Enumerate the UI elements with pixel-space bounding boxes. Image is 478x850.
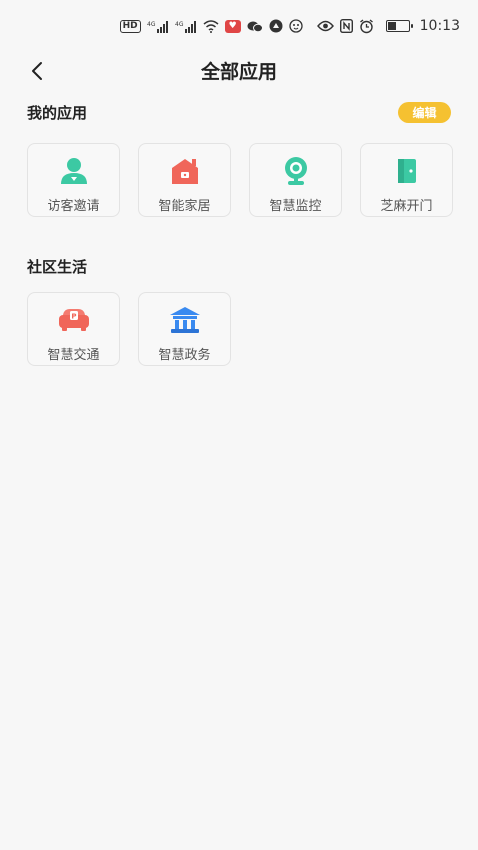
chevron-left-icon [32,62,42,80]
app-label: 访客邀请 [47,199,100,214]
parking-icon: P [58,305,90,335]
visitor-icon [58,156,90,186]
app-label: 智慧政务 [158,348,211,363]
community-grid: P 智慧交通 智慧政务 [27,292,231,366]
door-icon [391,156,423,186]
nfc-icon [339,19,353,33]
app-card-smart-monitor[interactable]: 智慧监控 [249,143,342,217]
signal-icon: 4G [147,19,169,33]
status-bar: HD 4G 4G ♥ 10:13 [0,0,478,52]
signal-label: 4G [147,21,156,28]
status-time: 10:13 [419,18,460,34]
signal-label-2: 4G [175,21,184,28]
wifi-icon [203,19,219,33]
app-card-visitor-invite[interactable]: 访客邀请 [27,143,120,217]
smart-home-icon [169,156,201,186]
page-title: 全部应用 [200,60,277,83]
battery-fill [387,22,397,30]
signal-icon-2: 4G [175,19,197,33]
app-card-smart-government[interactable]: 智慧政务 [138,292,231,366]
camera-icon [280,156,312,186]
my-apps-grid: 访客邀请 智能家居 智慧监控 芝麻开门 [27,143,453,217]
pet-app-icon [288,19,303,33]
app-label: 智能家居 [158,199,211,214]
edit-button[interactable]: 编辑 [398,102,451,123]
my-apps-title: 我的应用 [27,104,88,122]
my-apps-header: 我的应用 编辑 [27,102,451,123]
community-title: 社区生活 [27,258,88,276]
app-label: 智慧监控 [269,199,322,214]
back-button[interactable] [22,56,52,86]
eye-icon [316,19,334,33]
nav-bar: 全部应用 [0,52,478,88]
app-label: 智慧交通 [47,348,100,363]
health-app-icon: ♥ [224,19,241,33]
app-card-open-sesame[interactable]: 芝麻开门 [360,143,453,217]
community-header: 社区生活 [27,256,451,277]
app-label: 芝麻开门 [380,199,433,214]
app-notification-icon [269,19,283,33]
government-icon [169,305,201,335]
svg-text:P: P [71,313,76,321]
all-apps-page: HD 4G 4G ♥ 10:13 全部应用 我的应用 编辑 访客邀请 智能家居 … [0,0,478,850]
hd-badge: HD [119,19,141,33]
wechat-icon [247,19,263,33]
alarm-icon [359,18,374,33]
app-card-smart-traffic[interactable]: P 智慧交通 [27,292,120,366]
app-card-smart-home[interactable]: 智能家居 [138,143,231,217]
battery-icon [385,19,413,33]
